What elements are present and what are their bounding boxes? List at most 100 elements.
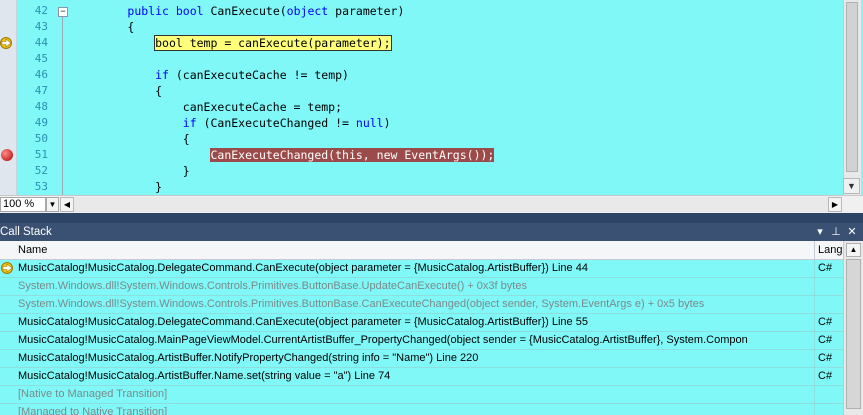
code-line[interactable]: if (canExecuteCache != temp) [72,67,842,83]
zoom-dropdown-arrow-icon[interactable]: ▼ [46,197,59,212]
column-divider [814,350,815,367]
scrollbar-thumb[interactable] [846,2,858,172]
call-stack-list[interactable]: MusicCatalog!MusicCatalog.DelegateComman… [0,260,843,415]
code-token: (canExecuteCache != temp) [168,68,349,82]
editor-horizontal-scrollbar[interactable] [74,197,828,212]
column-header-language[interactable]: Langu [818,241,842,259]
auto-hide-pin-icon[interactable]: ⊥ [830,223,842,241]
frame-name: [Native to Managed Transition] [18,388,168,400]
column-divider [814,296,815,313]
line-number: 43 [34,20,48,33]
keyword-token: null [355,116,384,130]
scroll-right-arrow-icon[interactable]: ▶ [828,197,842,212]
window-position-dropdown-icon[interactable]: ▾ [814,223,826,241]
code-token: } [72,164,190,178]
code-token: ) [383,116,391,130]
frame-name: System.Windows.dll!System.Windows.Contro… [18,280,527,292]
code-line[interactable]: canExecuteCache = temp; [72,99,842,115]
code-line[interactable]: CanExecuteChanged(this, new EventArgs())… [72,147,842,163]
line-number: 48 [34,100,48,113]
current-frame-arrow-icon [1,262,13,274]
code-line[interactable]: public bool CanExecute(object parameter) [72,3,842,19]
editor-vertical-scrollbar[interactable] [843,0,861,195]
call-stack-row[interactable]: MusicCatalog!MusicCatalog.DelegateComman… [0,260,843,278]
editor-bottom-bar: 100 % ▼ ◀ ▶ [0,195,863,214]
code-text-area[interactable]: public bool CanExecute(object parameter)… [72,3,842,195]
call-stack-row[interactable]: [Managed to Native Transition] [0,404,843,415]
keyword-token: object [286,4,329,18]
call-stack-row[interactable]: MusicCatalog!MusicCatalog.MainPageViewMo… [0,332,843,350]
frame-language: C# [818,316,833,328]
line-number: 47 [34,84,48,97]
frame-name: MusicCatalog!MusicCatalog.DelegateComman… [18,316,588,328]
line-number: 51 [34,148,48,161]
code-line[interactable]: { [72,19,842,35]
code-line[interactable]: } [72,163,842,179]
call-stack-title: Call Stack [0,226,52,238]
line-number: 52 [34,164,48,177]
line-number: 45 [34,52,48,65]
line-number: 44 [34,36,48,49]
call-stack-row[interactable]: MusicCatalog!MusicCatalog.DelegateComman… [0,314,843,332]
call-stack-row[interactable]: MusicCatalog!MusicCatalog.ArtistBuffer.N… [0,368,843,386]
code-editor[interactable]: 42 43 44 45 46 47 48 49 50 51 52 53 − public bool C… [0,0,863,214]
window-splitter[interactable] [0,213,863,223]
frame-name: MusicCatalog!MusicCatalog.ArtistBuffer.N… [18,352,479,364]
line-number: 53 [34,180,48,193]
column-divider [814,314,815,331]
frame-name: MusicCatalog!MusicCatalog.DelegateComman… [18,262,588,274]
call-stack-row[interactable]: [Native to Managed Transition] [0,386,843,404]
column-divider [814,278,815,295]
line-number: 42 [34,4,48,17]
call-stack-row[interactable]: System.Windows.dll!System.Windows.Contro… [0,278,843,296]
scroll-down-arrow-icon[interactable]: ▼ [843,178,860,194]
call-stack-title-bar[interactable]: Call Stack ▾ ⊥ ✕ [0,223,863,241]
line-number: 49 [34,116,48,129]
frame-language: C# [818,262,833,274]
call-stack-vertical-scrollbar[interactable]: ▲ [843,241,863,415]
code-line[interactable] [72,51,842,67]
frame-name: [Managed to Native Transition] [18,406,168,415]
scroll-left-arrow-icon[interactable]: ◀ [60,197,74,212]
code-line[interactable]: { [72,131,842,147]
code-line[interactable]: if (CanExecuteChanged != null) [72,115,842,131]
code-token: parameter) [328,4,405,18]
frame-name: MusicCatalog!MusicCatalog.MainPageViewMo… [18,334,748,346]
code-token: { [72,20,135,34]
frame-name: System.Windows.dll!System.Windows.Contro… [18,298,705,310]
zoom-level-combo[interactable]: 100 % [0,197,46,212]
call-stack-row[interactable]: System.Windows.dll!System.Windows.Contro… [0,296,843,314]
keyword-token: bool [175,4,204,18]
line-number: 46 [34,68,48,81]
code-line[interactable]: } [72,179,842,195]
code-token: canExecuteCache = temp; [72,100,343,114]
current-statement-arrow-icon [0,37,12,49]
column-divider [814,260,815,277]
current-statement-highlight: bool temp = canExecute(parameter); [154,35,392,51]
scrollbar-thumb[interactable] [846,259,861,409]
call-stack-row[interactable]: MusicCatalog!MusicCatalog.ArtistBuffer.N… [0,350,843,368]
collapse-toggle-icon[interactable]: − [58,7,68,17]
column-divider [814,368,815,385]
keyword-token: if [155,68,169,82]
breakpoint-icon[interactable] [1,149,13,161]
column-header-name[interactable]: Name [18,241,47,259]
code-line[interactable]: bool temp = canExecute(parameter); [72,35,842,51]
call-stack-column-header: Name Langu [0,241,863,260]
code-token: { [72,84,163,98]
column-divider[interactable] [814,241,815,259]
frame-language: C# [818,352,833,364]
keyword-token: if [182,116,197,130]
code-token: (CanExecuteChanged != [196,116,356,130]
scroll-up-arrow-icon[interactable]: ▲ [846,243,861,257]
keyword-token: public [127,4,169,18]
close-icon[interactable]: ✕ [846,223,858,241]
code-line[interactable]: { [72,83,842,99]
glyph-margin[interactable] [0,0,17,195]
line-number: 50 [34,132,48,145]
